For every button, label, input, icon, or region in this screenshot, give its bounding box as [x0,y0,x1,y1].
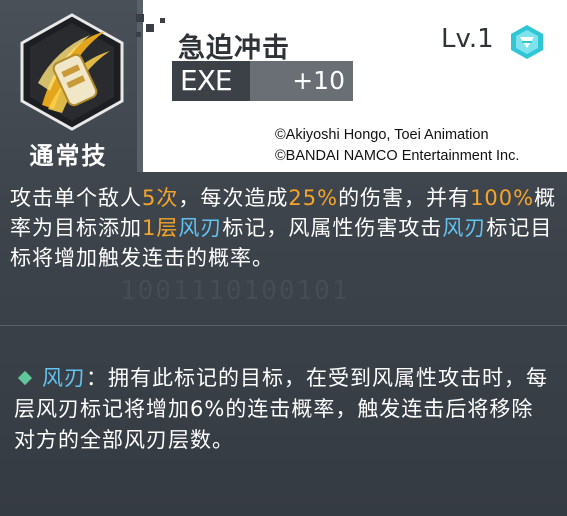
copyright-line-1: ©Akiyoshi Hongo, Toei Animation [275,127,489,143]
cyan-diamond-badge-icon [511,25,543,59]
note-keyword: 风刃 [42,366,86,390]
mark-layers: 1层 [142,216,179,240]
keyword-note: 风刃：拥有此标记的目标，在受到风属性攻击时，每层风刃标记将增加6%的连击概率，触… [14,363,554,456]
skill-level: Lv.1 [441,24,494,54]
damage-percent: 25% [288,186,339,210]
golden-slash-skill-icon [20,13,124,131]
mark-chance: 100% [470,186,535,210]
skill-type-label: 通常技 [29,142,108,170]
hit-count: 5次 [142,186,179,210]
exe-label: EXE [180,64,233,97]
skill-name: 急迫冲击 [178,33,290,64]
wind-blade-keyword: 风刃 [442,216,487,240]
skill-icon-panel: 通常技 [0,0,143,172]
skill-description: 攻击单个敌人5次，每次造成25%的伤害，并有100%概率为目标添加1层风刃标记，… [10,186,557,270]
exe-bonus: +10 [292,66,345,95]
skill-card: 通常技 急迫冲击 Lv.1 EXE +10 ©Akiyoshi Hongo, T… [0,0,567,516]
section-divider [0,325,567,326]
wind-blade-keyword: 风刃 [178,216,223,240]
decorative-squares [132,14,172,44]
exe-bar: EXE +10 [172,61,353,101]
copyright-line-2: ©BANDAI NAMCO Entertainment Inc. [275,148,520,164]
note-text: ：拥有此标记的目标，在受到风属性攻击时，每层风刃标记将增加6%的连击概率，触发连… [14,366,548,452]
copyright-notice: ©Akiyoshi Hongo, Toei Animation ©BANDAI … [275,125,565,167]
green-diamond-bullet-icon [17,370,33,385]
binary-watermark: 1001110100101 [120,276,350,306]
